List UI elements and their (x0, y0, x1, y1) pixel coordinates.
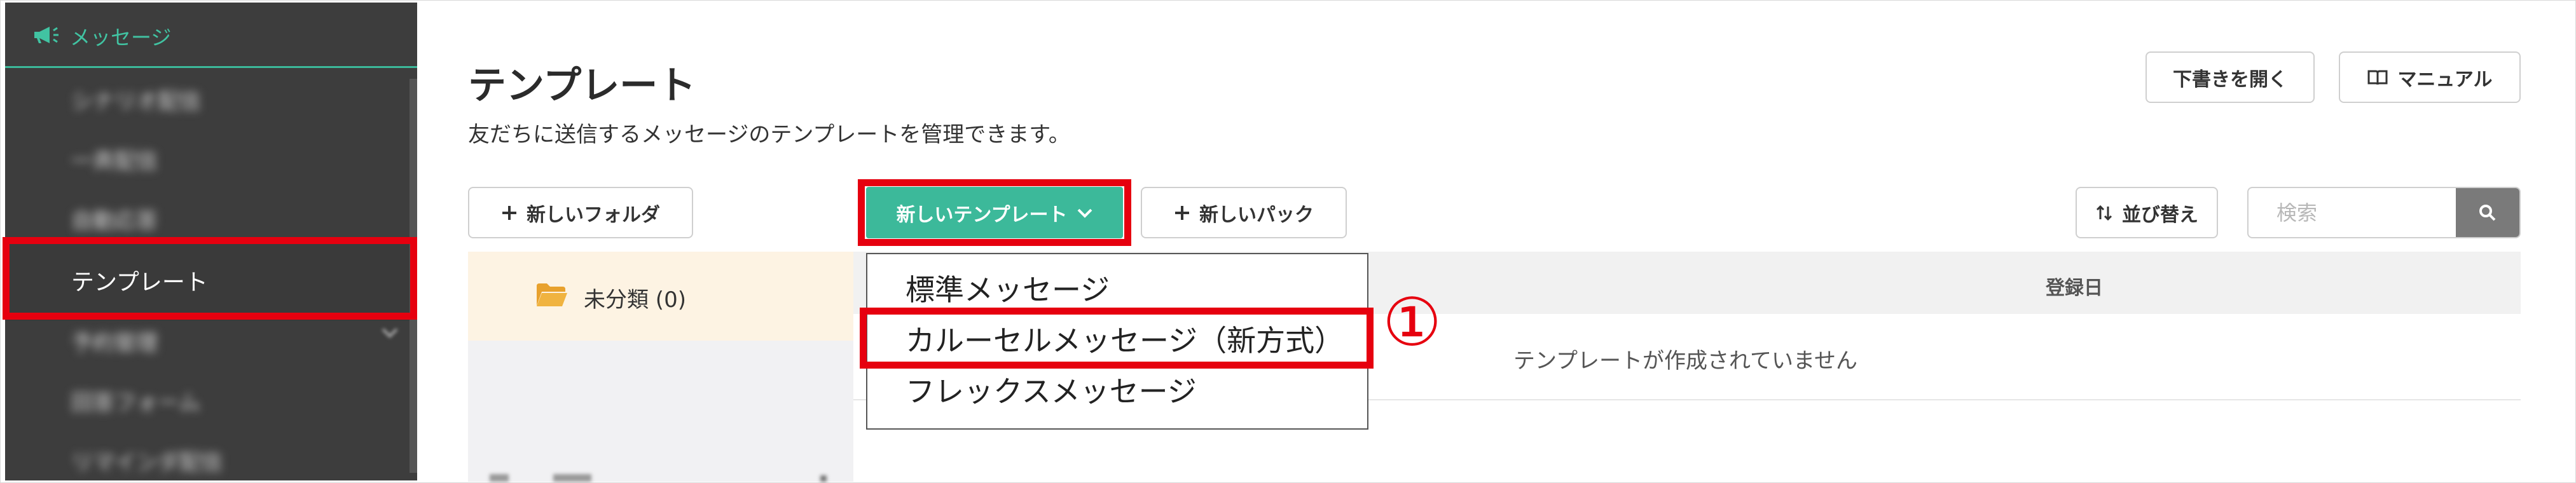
page-description: 友だちに送信するメッセージのテンプレートを管理できます。 (468, 122, 1070, 147)
search-button[interactable] (2456, 188, 2519, 237)
highlight-new-template-button (858, 179, 1131, 246)
manual-button[interactable]: マニュアル (2339, 51, 2521, 103)
column-registered-date[interactable]: 登録日 (2046, 272, 2103, 300)
new-folder-button[interactable]: 新しいフォルダ (468, 187, 693, 238)
sidebar-item-reservation[interactable]: 予約管理 (71, 325, 158, 357)
menu-item-flex-message[interactable]: フレックスメッセージ (906, 369, 1197, 411)
step-marker: ① (1382, 283, 1442, 361)
sidebar-section-label: メッセージ (70, 25, 172, 50)
sidebar-section-header[interactable]: メッセージ (5, 3, 417, 68)
menu-item-standard-message[interactable]: 標準メッセージ (906, 267, 1110, 309)
megaphone-icon (34, 27, 59, 43)
sort-button[interactable]: 並び替え (2076, 187, 2218, 238)
plus-icon (1174, 205, 1190, 221)
page-title: テンプレート (468, 64, 696, 108)
folder-item[interactable]: 未分類 (0) (468, 252, 853, 341)
search-icon (2479, 204, 2496, 221)
highlight-carousel-menu-item (860, 308, 1374, 369)
sidebar-item-reminder[interactable]: リマインダ配信 (71, 445, 223, 476)
sort-label: 並び替え (2122, 203, 2198, 226)
sidebar-item-broadcast[interactable]: 一斉配信 (71, 144, 158, 175)
new-pack-button[interactable]: 新しいパック (1141, 187, 1347, 238)
open-draft-label: 下書きを開く (2173, 68, 2287, 91)
folder-name: 未分類 (0) (584, 287, 686, 313)
new-pack-label: 新しいパック (1199, 203, 1314, 226)
sidebar-item-auto-reply[interactable]: 自動応答 (71, 203, 158, 235)
folder-icon (537, 283, 567, 306)
plus-icon (501, 205, 518, 221)
search-input[interactable] (2249, 188, 2458, 237)
empty-state-message: テンプレートが作成されていません (1513, 348, 1857, 374)
sidebar-item-scenario[interactable]: シナリオ配信 (71, 84, 201, 115)
search-box (2247, 187, 2521, 238)
manual-label: マニュアル (2397, 68, 2493, 91)
sort-icon (2095, 204, 2113, 222)
open-draft-button[interactable]: 下書きを開く (2146, 51, 2315, 103)
sidebar-item-answer-form[interactable]: 回答フォーム (71, 385, 200, 416)
folder-panel-footer (490, 474, 827, 482)
chevron-down-icon (382, 328, 398, 338)
book-icon (2367, 69, 2388, 86)
highlight-sidebar-template (3, 237, 417, 320)
new-folder-label: 新しいフォルダ (527, 203, 660, 226)
